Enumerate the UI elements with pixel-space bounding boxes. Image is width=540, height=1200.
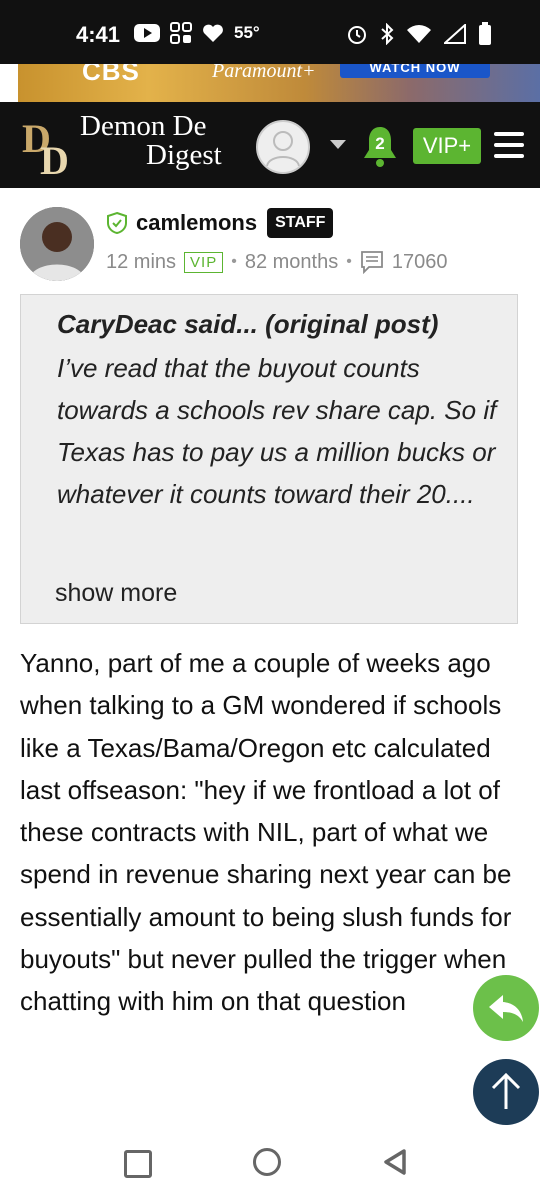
author-row: camlemons STAFF	[106, 208, 334, 238]
staff-badge: STAFF	[267, 208, 334, 238]
system-nav-bar	[0, 1128, 540, 1200]
back-icon[interactable]	[382, 1148, 408, 1176]
separator-dot: •	[231, 253, 237, 270]
status-bar: 4:41 55°	[0, 0, 540, 64]
site-name-line1: Demon De	[80, 110, 207, 142]
status-left-icons: 55°	[134, 22, 260, 44]
quote-text: I’ve read that the buyout counts towards…	[57, 353, 497, 509]
home-button[interactable]	[253, 1148, 281, 1176]
recents-button[interactable]	[124, 1150, 152, 1178]
post-count: 17060	[391, 250, 448, 273]
site-header: D D Demon De Digest 2 VIP+	[0, 102, 540, 188]
status-right-icons	[346, 22, 492, 46]
vip-tag: VIP	[184, 251, 224, 273]
membership-duration: 82 months	[244, 250, 339, 273]
notifications-button[interactable]: 2	[360, 124, 400, 168]
arrow-up-icon	[491, 1072, 521, 1109]
heart-icon	[203, 24, 223, 42]
site-name-line2: Digest	[146, 139, 222, 171]
posts-icon	[360, 251, 383, 274]
user-avatar-button[interactable]	[256, 120, 310, 174]
site-logo[interactable]: D D	[20, 112, 86, 178]
shield-check-icon	[107, 211, 127, 235]
status-time: 4:41	[76, 22, 121, 47]
notification-count: 2	[375, 134, 385, 153]
status-temperature: 55°	[234, 23, 260, 42]
post-meta: 12 mins VIP • 82 months • 17060	[106, 250, 447, 274]
user-placeholder-icon	[266, 131, 300, 167]
chevron-down-icon[interactable]	[330, 140, 346, 149]
ad-banner[interactable]: CBS Paramount+ WATCH NOW	[0, 64, 540, 102]
alarm-icon	[348, 26, 366, 44]
svg-text:D: D	[40, 138, 69, 178]
post-body: Yanno, part of me a couple of weeks ago …	[20, 648, 512, 1017]
post-time: 12 mins	[106, 250, 177, 273]
separator-dot: •	[346, 253, 352, 270]
author-avatar[interactable]	[20, 207, 94, 281]
ad-watch-button[interactable]: WATCH NOW	[340, 64, 490, 78]
scroll-to-top-button[interactable]	[473, 1059, 539, 1125]
ad-image[interactable]: CBS Paramount+ WATCH NOW	[18, 64, 540, 102]
vip-plus-button[interactable]: VIP+	[413, 128, 481, 164]
bluetooth-icon	[381, 23, 394, 45]
author-photo	[20, 207, 94, 281]
site-name[interactable]: Demon De Digest	[80, 112, 222, 170]
show-more-link[interactable]: show more	[55, 579, 177, 608]
ad-brand: CBS	[82, 64, 140, 86]
reply-button[interactable]	[473, 975, 539, 1041]
author-username[interactable]: camlemons	[136, 210, 257, 236]
quote-block: CaryDeac said... (original post) I’ve re…	[20, 294, 518, 624]
wifi-icon	[407, 25, 431, 43]
signal-icon	[444, 24, 466, 44]
quote-attribution[interactable]: CaryDeac said... (original post)	[57, 309, 438, 340]
reply-icon	[489, 995, 523, 1022]
ad-partner: Paramount+	[212, 64, 316, 82]
battery-icon	[479, 22, 491, 45]
youtube-icon	[134, 24, 160, 42]
grid-app-icon	[170, 22, 192, 44]
hamburger-menu-icon[interactable]	[494, 132, 524, 158]
